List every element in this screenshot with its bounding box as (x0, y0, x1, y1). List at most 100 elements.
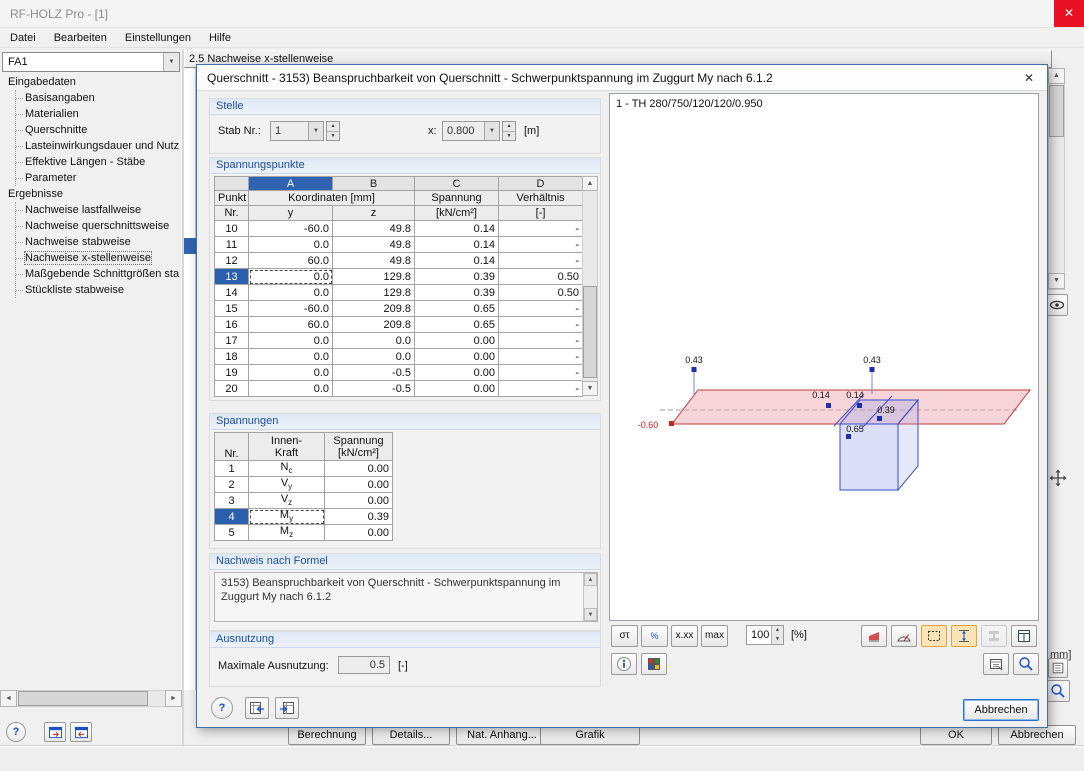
dock-panel-icon[interactable] (70, 722, 92, 742)
stress-point-row[interactable]: 12 60.0 49.8 0.14 - (214, 252, 583, 269)
scroll-down-icon[interactable]: ▼ (1048, 273, 1065, 289)
cell-y[interactable]: 0.0 (248, 284, 333, 301)
dimension-icon[interactable] (951, 625, 977, 647)
stress-point-row[interactable]: 15 -60.0 209.8 0.65 - (214, 300, 583, 317)
cell-nr[interactable]: 4 (214, 508, 249, 525)
cell-z[interactable]: 0.0 (332, 348, 415, 365)
cell-punkt-nr[interactable]: 11 (214, 236, 249, 253)
tree-group-eingabedaten[interactable]: Eingabedaten (2, 74, 182, 90)
cell-verhaeltnis[interactable]: - (498, 332, 583, 349)
tree-group-ergebnisse[interactable]: Ergebnisse (2, 186, 182, 202)
cell-verhaeltnis[interactable]: - (498, 348, 583, 365)
cell-y[interactable]: 60.0 (248, 252, 333, 269)
cell-spannung[interactable]: 0.14 (414, 252, 499, 269)
zoom-icon[interactable] (1046, 680, 1070, 702)
cell-spannung[interactable]: 0.39 (324, 508, 393, 525)
cell-verhaeltnis[interactable]: - (498, 364, 583, 381)
cell-verhaeltnis[interactable]: - (498, 380, 583, 397)
cell-z[interactable]: 49.8 (332, 220, 415, 237)
cell-spannung[interactable]: 0.65 (414, 316, 499, 333)
internal-force-row[interactable]: 1 Nc 0.00 (214, 460, 393, 477)
menu-item[interactable]: Hilfe (203, 30, 237, 46)
cell-nr[interactable]: 2 (214, 476, 249, 493)
table-vscroll-thumb[interactable] (583, 286, 597, 378)
cell-y[interactable]: 0.0 (248, 380, 333, 397)
float-panel-icon[interactable] (44, 722, 66, 742)
x-stepper[interactable]: ▲ ▼ (502, 121, 516, 141)
cell-verhaeltnis[interactable]: 0.50 (498, 284, 583, 301)
cell-z[interactable]: 209.8 (332, 316, 415, 333)
column-letters-row[interactable]: A B C D (214, 176, 583, 191)
cell-spannung[interactable]: 0.65 (414, 300, 499, 317)
pan-move-icon[interactable] (1048, 468, 1068, 488)
cell-z[interactable]: 49.8 (332, 252, 415, 269)
cell-z[interactable]: -0.5 (332, 380, 415, 397)
tree-hscroll-thumb[interactable] (18, 691, 148, 706)
stress-point-row[interactable]: 10 -60.0 49.8 0.14 - (214, 220, 583, 237)
cell-y[interactable]: 0.0 (248, 348, 333, 365)
cell-verhaeltnis[interactable]: - (498, 236, 583, 253)
stress-diagram-icon[interactable] (861, 625, 887, 647)
cell-nr[interactable]: 5 (214, 524, 249, 541)
cell-punkt-nr[interactable]: 17 (214, 332, 249, 349)
stress-point-row[interactable]: 18 0.0 0.0 0.00 - (214, 348, 583, 365)
info-icon[interactable] (611, 653, 637, 675)
chevron-down-icon[interactable]: ▼ (484, 122, 499, 140)
grafik-button[interactable]: Grafik (540, 725, 640, 745)
cell-innen-kraft[interactable]: My (248, 508, 325, 525)
help-button[interactable]: ? (6, 722, 26, 742)
cell-spannung[interactable]: 0.14 (414, 220, 499, 237)
cell-y[interactable]: -60.0 (248, 220, 333, 237)
cell-spannung[interactable]: 0.00 (414, 332, 499, 349)
stress-point-row[interactable]: 13 0.0 129.8 0.39 0.50 (214, 268, 583, 285)
stab-nr-select[interactable]: 1 ▼ (270, 121, 324, 141)
bg-vscroll-thumb[interactable] (1049, 85, 1064, 137)
cell-verhaeltnis[interactable]: - (498, 300, 583, 317)
formel-scrollbar[interactable]: ▲ ▼ (583, 573, 597, 621)
notebook-icon[interactable] (1048, 658, 1068, 678)
abbrechen-button-background[interactable]: Abbrechen (998, 725, 1076, 745)
stress-point-row[interactable]: 20 0.0 -0.5 0.00 - (214, 380, 583, 397)
toolbar-toggle-button[interactable]: max (701, 625, 728, 647)
cell-innen-kraft[interactable]: Vz (248, 492, 325, 509)
cell-z[interactable]: 49.8 (332, 236, 415, 253)
cell-y[interactable]: 0.0 (248, 364, 333, 381)
graphic-panel[interactable]: 1 - TH 280/750/120/120/0.950 0.43 0.43 -… (609, 93, 1039, 621)
toolbar-toggle-button[interactable]: x.xx (671, 625, 698, 647)
cell-punkt-nr[interactable]: 12 (214, 252, 249, 269)
angle-icon[interactable] (891, 625, 917, 647)
scroll-up-icon[interactable]: ▲ (1048, 68, 1065, 84)
abbrechen-button[interactable]: Abbrechen (963, 699, 1039, 721)
cell-z[interactable]: 129.8 (332, 284, 415, 301)
cell-spannung[interactable]: 0.39 (414, 268, 499, 285)
tree-item[interactable]: Effektive Längen - Stäbe (16, 154, 182, 170)
x-select[interactable]: 0.800 ▼ (442, 121, 500, 141)
stress-point-row[interactable]: 19 0.0 -0.5 0.00 - (214, 364, 583, 381)
cell-spannung[interactable]: 0.14 (414, 236, 499, 253)
internal-force-row[interactable]: 5 Mz 0.00 (214, 524, 393, 541)
tree-item[interactable]: Materialien (16, 106, 182, 122)
tree-item[interactable]: Nachweise x-stellenweise (16, 250, 182, 266)
internal-force-row[interactable]: 4 My 0.39 (214, 508, 393, 525)
cell-spannung[interactable]: 0.00 (414, 348, 499, 365)
stress-point-row[interactable]: 14 0.0 129.8 0.39 0.50 (214, 284, 583, 301)
formel-textbox[interactable]: 3153) Beanspruchbarkeit von Querschnitt … (214, 572, 598, 622)
cell-punkt-nr[interactable]: 13 (214, 268, 249, 285)
result-window-icon[interactable] (1011, 625, 1037, 647)
tree-item[interactable]: Basisangaben (16, 90, 182, 106)
cell-punkt-nr[interactable]: 20 (214, 380, 249, 397)
cell-spannung[interactable]: 0.00 (324, 524, 393, 541)
cell-y[interactable]: 60.0 (248, 316, 333, 333)
zoom-search-icon[interactable] (1013, 653, 1039, 675)
stress-point-row[interactable]: 17 0.0 0.0 0.00 - (214, 332, 583, 349)
eye-icon[interactable] (1046, 294, 1068, 316)
cell-punkt-nr[interactable]: 16 (214, 316, 249, 333)
cell-spannung[interactable]: 0.39 (414, 284, 499, 301)
transfer-right-icon[interactable] (275, 697, 299, 719)
cell-innen-kraft[interactable]: Vy (248, 476, 325, 493)
tree-item[interactable]: Lasteinwirkungsdauer und Nutz (16, 138, 182, 154)
tree-item[interactable]: Nachweise querschnittsweise (16, 218, 182, 234)
cell-nr[interactable]: 1 (214, 460, 249, 477)
internal-force-row[interactable]: 2 Vy 0.00 (214, 476, 393, 493)
scroll-left-icon[interactable]: ◄ (0, 690, 17, 707)
